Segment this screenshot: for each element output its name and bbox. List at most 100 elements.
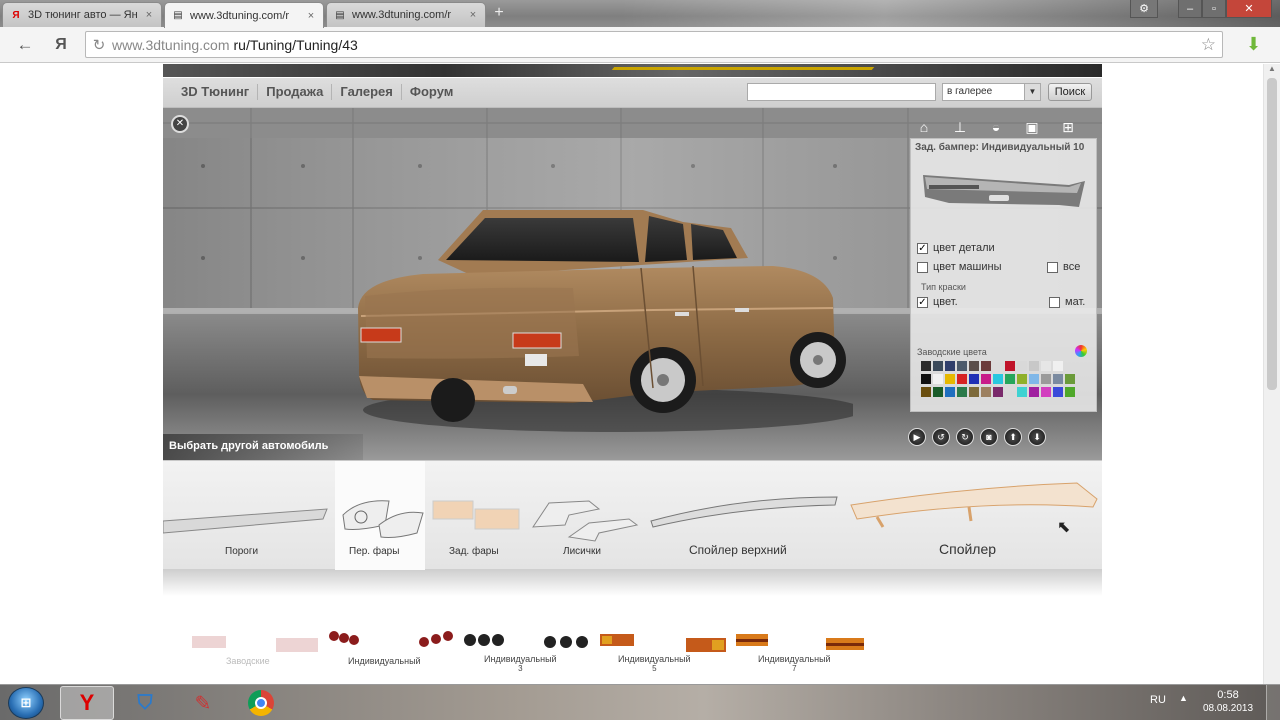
color-swatch[interactable] bbox=[981, 361, 991, 371]
color-swatch[interactable] bbox=[1053, 387, 1063, 397]
scrollbar-thumb[interactable] bbox=[1267, 78, 1277, 390]
new-tab-button[interactable]: + bbox=[490, 5, 508, 22]
menu-gallery[interactable]: Галерея bbox=[332, 84, 402, 100]
maximize-button[interactable]: ▫ bbox=[1202, 0, 1226, 18]
photo-icon[interactable]: ▣ bbox=[1018, 116, 1046, 138]
menu-3d-tuning[interactable]: 3D Тюнинг bbox=[173, 84, 259, 100]
color-wheel-icon[interactable] bbox=[1075, 345, 1087, 357]
tray-expand-icon[interactable]: ▲ bbox=[1179, 693, 1188, 703]
menu-forum[interactable]: Форум bbox=[402, 84, 461, 100]
download-icon[interactable]: ⬇ bbox=[1028, 428, 1046, 446]
color-swatch[interactable] bbox=[945, 361, 955, 371]
checkbox-icon[interactable] bbox=[1049, 296, 1060, 308]
color-swatch[interactable] bbox=[981, 387, 991, 397]
part-item-headlights[interactable]: Пер. фары bbox=[335, 461, 425, 571]
play-icon[interactable]: ▶ bbox=[908, 428, 926, 446]
part-tool-icon[interactable]: ⊥ bbox=[946, 116, 974, 138]
menu-sale[interactable]: Продажа bbox=[258, 84, 333, 100]
wrench-icon[interactable]: ✕ bbox=[171, 115, 189, 133]
part-item-top-spoiler[interactable]: Спойлер верхний bbox=[649, 461, 839, 571]
yandex-icon[interactable]: Я bbox=[50, 34, 72, 56]
color-swatch[interactable] bbox=[993, 374, 1003, 384]
checkbox-checked-icon[interactable]: ✓ bbox=[917, 296, 928, 308]
system-clock[interactable]: 0:58 08.08.2013 bbox=[1200, 688, 1256, 716]
minimize-button[interactable]: – bbox=[1178, 0, 1202, 18]
color-swatch[interactable] bbox=[1065, 387, 1075, 397]
language-indicator[interactable]: RU bbox=[1150, 694, 1166, 706]
color-swatch[interactable] bbox=[1053, 374, 1063, 384]
color-swatch[interactable] bbox=[1041, 361, 1051, 371]
color-swatch[interactable] bbox=[969, 387, 979, 397]
start-button[interactable]: ⊞ bbox=[8, 687, 44, 719]
back-arrow-icon[interactable]: ← bbox=[14, 34, 36, 56]
color-swatch[interactable] bbox=[1053, 361, 1063, 371]
search-scope-select[interactable]: в галерее ▼ bbox=[942, 83, 1041, 101]
color-swatch[interactable] bbox=[1029, 387, 1039, 397]
color-swatch[interactable] bbox=[969, 361, 979, 371]
color-swatch[interactable] bbox=[981, 374, 991, 384]
color-swatch[interactable] bbox=[969, 374, 979, 384]
color-swatch[interactable] bbox=[1029, 361, 1039, 371]
bookmark-star-icon[interactable]: ☆ bbox=[1201, 35, 1216, 55]
steering-icon[interactable]: ◒ bbox=[982, 116, 1010, 138]
color-swatch[interactable] bbox=[993, 387, 1003, 397]
color-swatch[interactable] bbox=[957, 361, 967, 371]
variant-individual-3[interactable]: Индивидуальный 3 bbox=[462, 628, 592, 678]
color-swatch[interactable] bbox=[1005, 374, 1015, 384]
reload-icon[interactable]: ↻ bbox=[86, 36, 112, 54]
variant-individual-5[interactable]: Индивидуальный 5 bbox=[598, 628, 728, 678]
variant-individual-7[interactable]: Индивидуальный 7 bbox=[734, 628, 866, 678]
color-swatch[interactable] bbox=[933, 387, 943, 397]
tree-structure-icon[interactable]: ⊞ bbox=[1054, 116, 1082, 138]
download-extension-icon[interactable]: ⬇ bbox=[1246, 34, 1261, 55]
color-swatch[interactable] bbox=[921, 387, 931, 397]
car-3d-viewer[interactable]: ✕ ⌂ ⊥ ◒ ▣ ⊞ Зад. бампер: Индивидуальный … bbox=[163, 108, 1102, 460]
color-swatch[interactable] bbox=[1017, 361, 1027, 371]
color-swatch[interactable] bbox=[933, 361, 943, 371]
paint-tool-icon[interactable]: ✎ bbox=[176, 686, 230, 720]
home-icon[interactable]: ⌂ bbox=[910, 116, 938, 138]
yandex-browser-taskbar-icon[interactable]: Y bbox=[60, 686, 114, 720]
color-swatch[interactable] bbox=[945, 387, 955, 397]
part-item-spoiler[interactable]: Спойлер ⬉ bbox=[847, 461, 1101, 571]
part-item-taillights[interactable]: Зад. фары bbox=[429, 461, 521, 571]
variant-factory[interactable]: Заводские bbox=[188, 630, 322, 676]
settings-icon[interactable]: ⚙ bbox=[1130, 0, 1158, 18]
close-icon[interactable]: × bbox=[305, 10, 317, 22]
upload-icon[interactable]: ⬆ bbox=[1004, 428, 1022, 446]
checkbox-icon[interactable] bbox=[917, 261, 928, 273]
camera-icon[interactable]: ◙ bbox=[980, 428, 998, 446]
color-swatch[interactable] bbox=[957, 387, 967, 397]
close-window-button[interactable]: ✕ bbox=[1226, 0, 1272, 18]
color-swatch[interactable] bbox=[1029, 374, 1039, 384]
color-swatch[interactable] bbox=[921, 361, 931, 371]
part-item-sills[interactable]: Пороги bbox=[163, 461, 333, 571]
color-swatch[interactable] bbox=[1017, 387, 1027, 397]
part-item-lisichki[interactable]: Лисички bbox=[529, 461, 641, 571]
color-swatch[interactable] bbox=[1065, 374, 1075, 384]
checkbox-checked-icon[interactable]: ✓ bbox=[917, 242, 928, 254]
color-swatch[interactable] bbox=[1041, 374, 1051, 384]
page-scrollbar[interactable]: ▲ bbox=[1263, 64, 1280, 684]
chevron-down-icon[interactable]: ▼ bbox=[1024, 84, 1040, 100]
rotate-left-icon[interactable]: ↺ bbox=[932, 428, 950, 446]
show-desktop-button[interactable] bbox=[1266, 685, 1280, 720]
car-color-option[interactable]: цвет машины bbox=[917, 261, 1002, 273]
checkbox-icon[interactable] bbox=[1047, 261, 1058, 273]
matte-option[interactable]: мат. bbox=[1049, 296, 1085, 308]
shield-icon[interactable]: ⛉ bbox=[118, 686, 172, 720]
color-swatch[interactable] bbox=[921, 374, 931, 384]
rotate-right-icon[interactable]: ↻ bbox=[956, 428, 974, 446]
address-bar[interactable]: ↻ www.3dtuning.com ru/Tuning/Tuning/43 ☆ bbox=[85, 31, 1223, 58]
color-swatch[interactable] bbox=[1005, 361, 1015, 371]
color-swatch[interactable] bbox=[945, 374, 955, 384]
choose-other-car-link[interactable]: Выбрать другой автомобиль bbox=[163, 434, 363, 460]
tab-3dtuning-active[interactable]: ▤ www.3dtuning.com/r × bbox=[164, 2, 324, 28]
tab-3dtuning-2[interactable]: ▤ www.3dtuning.com/r × bbox=[326, 2, 486, 27]
gloss-option[interactable]: ✓ цвет. bbox=[917, 296, 958, 308]
search-button[interactable]: Поиск bbox=[1048, 83, 1092, 101]
color-swatch[interactable] bbox=[1041, 387, 1051, 397]
close-icon[interactable]: × bbox=[143, 9, 155, 21]
all-option[interactable]: все bbox=[1047, 261, 1080, 273]
close-icon[interactable]: × bbox=[467, 9, 479, 21]
